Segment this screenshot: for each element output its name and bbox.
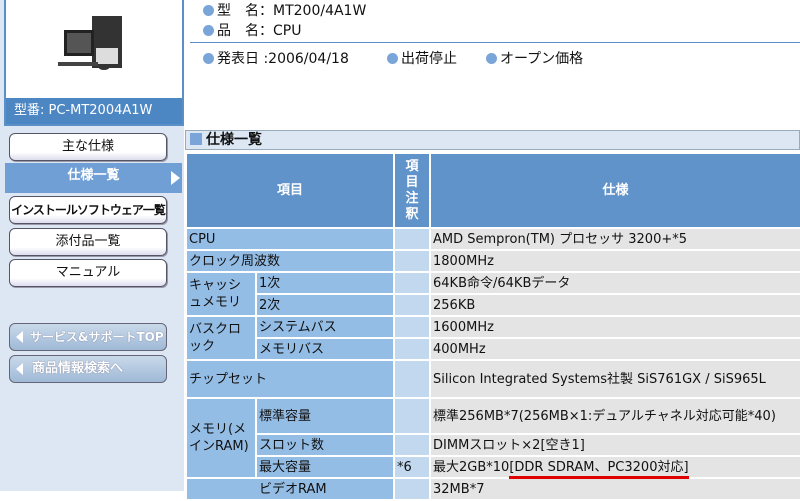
nav-spec-list[interactable]: 仕様一覧: [5, 163, 182, 193]
header-spec: 仕様: [431, 154, 800, 227]
square-icon: [190, 133, 202, 145]
bullet-icon: [203, 25, 214, 36]
nav-label: 仕様一覧: [67, 168, 120, 183]
product-photo: 型番: PC-MT2004A1W: [4, 0, 184, 126]
row-label: スロット数: [257, 435, 394, 455]
row-spec: 1800MHz: [431, 251, 800, 271]
row-spec: 1600MHz: [431, 317, 800, 337]
row-group-label: メモリ(メインRAM): [187, 399, 255, 477]
row-label: 標準容量: [257, 399, 394, 433]
row-group-label: バスクロック: [187, 317, 255, 359]
row-note: [395, 479, 430, 499]
row-label: チップセット: [187, 361, 394, 397]
bullet-icon: [203, 53, 214, 64]
nav-accessories[interactable]: 添付品一覧: [9, 228, 167, 256]
row-note: [395, 229, 430, 249]
table-header-row: 項目 項目注釈 仕様: [187, 154, 800, 227]
row-note: *6: [395, 457, 430, 477]
support-top-link[interactable]: サービス&サポートTOPへ: [9, 323, 167, 370]
table-row: キャッシュメモリ 1次 64KB命令/64KBデータ: [187, 273, 800, 315]
row-label: システムバス: [257, 317, 394, 337]
row-spec: 32MB*7: [431, 479, 800, 499]
product-name: 品 名：CPU: [203, 20, 301, 40]
row-note: [395, 295, 430, 315]
bullet-icon: [486, 53, 497, 64]
desktop-pc-icon: [58, 16, 122, 70]
header-note: 項目注釈: [395, 154, 430, 227]
row-label: クロック周波数: [187, 251, 394, 271]
table-row: 2次 256KB: [187, 295, 800, 315]
row-note: [395, 273, 430, 293]
row-spec: 256KB: [431, 295, 800, 315]
nav-installed-software[interactable]: インストールソフトウェア一覧: [9, 196, 167, 224]
row-label: CPU: [187, 229, 394, 249]
row-spec: Silicon Integrated Systems社製 SiS761GX / …: [431, 361, 800, 397]
red-underline-annotation: [DDR SDRAM、PC3200対応]: [509, 459, 689, 479]
row-spec: 最大2GB*10[DDR SDRAM、PC3200対応]: [431, 457, 800, 479]
row-note: [395, 399, 430, 433]
arrow-right-icon: [171, 171, 180, 185]
left-panel: 型番: PC-MT2004A1W 主な仕様 仕様一覧 インストールソフトウェア一…: [0, 0, 184, 491]
table-row: チップセット Silicon Integrated Systems社製 SiS76…: [187, 361, 800, 397]
row-note: [395, 251, 430, 271]
table-row: 最大容量 *6 最大2GB*10[DDR SDRAM、PC3200対応]: [187, 457, 800, 479]
table-row: スロット数 DIMMスロット×2[空き1]: [187, 435, 800, 455]
model-number-caption: 型番: PC-MT2004A1W: [6, 98, 182, 124]
price: オープン価格: [486, 48, 583, 68]
type-name: 型 名：MT200/4A1W: [203, 0, 366, 20]
nav-main-specs[interactable]: 主な仕様: [9, 133, 167, 161]
table-row: メモリバス 400MHz: [187, 339, 800, 359]
row-note: [395, 435, 430, 455]
link-label: 商品情報検索へ: [32, 361, 124, 376]
header-item: 項目: [187, 154, 394, 227]
row-group-label: キャッシュメモリ: [187, 273, 255, 315]
row-spec: AMD Sempron(TM) プロセッサ 3200+*5: [431, 229, 800, 249]
release-date: 発表日 :2006/04/18: [203, 48, 349, 68]
table-row: バスクロック システムバス 1600MHz: [187, 317, 800, 359]
bullet-icon: [387, 53, 398, 64]
bullet-icon: [203, 5, 214, 16]
table-row: クロック周波数 1800MHz: [187, 251, 800, 271]
row-note: [395, 339, 430, 359]
section-title: 仕様一覧: [185, 130, 800, 150]
nav-manual[interactable]: マニュアル: [9, 259, 167, 287]
row-label: 2次: [257, 295, 394, 315]
row-note: [395, 317, 430, 337]
row-spec: 400MHz: [431, 339, 800, 359]
row-label: 最大容量: [257, 457, 394, 477]
table-row: メモリ(メインRAM) 標準容量 標準256MB*7(256MB×1:デュアルチャネ…: [187, 399, 800, 477]
row-note: [395, 361, 430, 397]
table-row: ビデオRAM 32MB*7: [187, 479, 800, 499]
arrow-left-icon: [16, 331, 23, 343]
row-spec: 64KB命令/64KBデータ: [431, 273, 800, 293]
row-spec: DIMMスロット×2[空き1]: [431, 435, 800, 455]
row-label: 1次: [257, 273, 394, 293]
spec-table: 項目 項目注釈 仕様 CPU AMD Sempron(TM) プロセッサ 3200…: [185, 152, 800, 501]
arrow-left-icon: [16, 363, 23, 375]
table-row: CPU AMD Sempron(TM) プロセッサ 3200+*5: [187, 229, 800, 249]
row-label: メモリバス: [257, 339, 394, 359]
divider: [190, 42, 800, 43]
row-label: ビデオRAM: [187, 479, 394, 499]
row-spec: 標準256MB*7(256MB×1:デュアルチャネル対応可能*40): [431, 399, 800, 433]
product-search-link[interactable]: 商品情報検索へ: [9, 355, 167, 383]
shipping-status: 出荷停止: [387, 48, 457, 68]
